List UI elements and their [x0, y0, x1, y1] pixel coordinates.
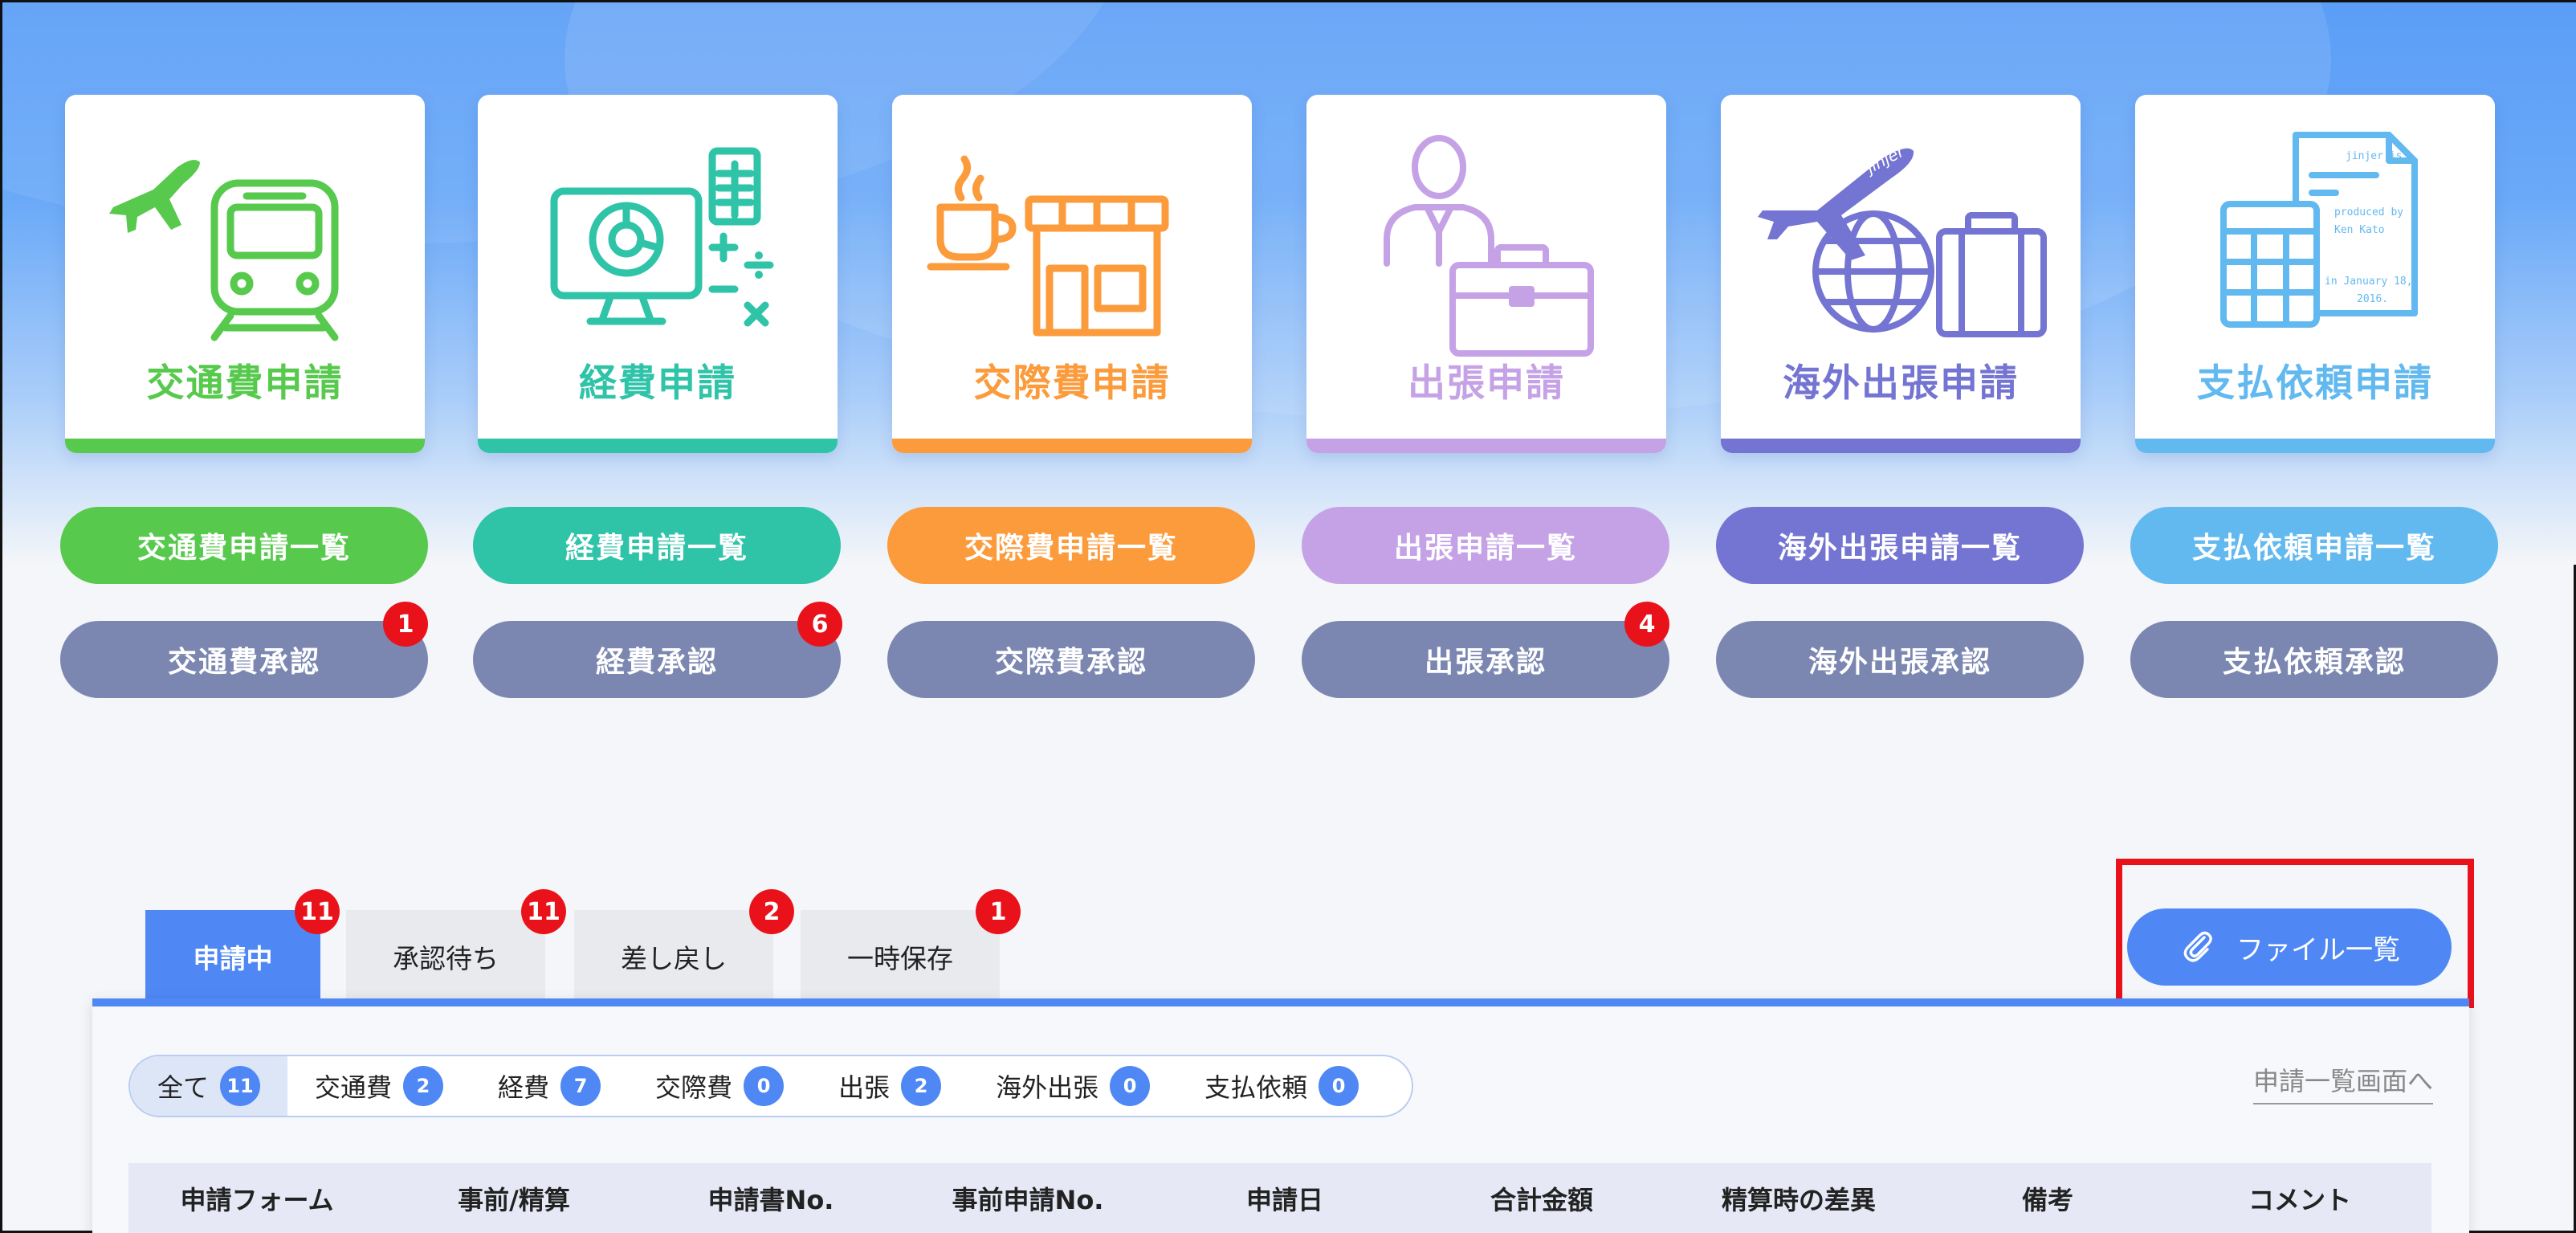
filter-payment-request[interactable]: 支払依頼 0: [1177, 1056, 1386, 1116]
card-label: 経費申請: [579, 361, 736, 406]
card-transport-expense[interactable]: 交通費申請: [65, 95, 425, 453]
tab-label: 申請中: [193, 943, 273, 974]
button-label: 支払依頼承認: [2222, 646, 2406, 679]
card-strip: [1306, 439, 1666, 453]
transport-approve-button[interactable]: 交通費承認: [60, 621, 428, 698]
column-header[interactable]: 申請日: [1156, 1180, 1413, 1217]
business-trip-list-button[interactable]: 出張申請一覧: [1302, 507, 1669, 584]
filter-label: 支払依頼: [1204, 1072, 1308, 1103]
filter-count: 0: [1110, 1066, 1151, 1106]
expense-list-button[interactable]: 経費申請一覧: [473, 507, 841, 584]
business-trip-approve-button[interactable]: 出張承認: [1302, 621, 1669, 698]
card-strip: [892, 439, 1252, 453]
card-strip: [2135, 439, 2495, 453]
tab-applying-badge: 11: [295, 889, 340, 934]
card-label: 支払依頼申請: [2197, 361, 2433, 406]
filter-entertainment[interactable]: 交際費 0: [628, 1056, 811, 1116]
overseas-trip-approve-button[interactable]: 海外出張承認: [1716, 621, 2084, 698]
transport-approve-badge: 1: [383, 602, 428, 647]
tab-returned-badge: 2: [749, 889, 794, 934]
button-label: 経費承認: [595, 646, 718, 679]
card-strip: [478, 439, 838, 453]
transport-list-button[interactable]: 交通費申請一覧: [60, 507, 428, 584]
filter-overseas-trip[interactable]: 海外出張 0: [968, 1056, 1177, 1116]
filter-label: 交際費: [655, 1072, 733, 1103]
column-header[interactable]: 精算時の差異: [1670, 1180, 1927, 1217]
payment-request-approve-button[interactable]: 支払依頼承認: [2130, 621, 2498, 698]
filter-count: 0: [744, 1066, 785, 1106]
filter-label: 出張: [838, 1072, 891, 1103]
card-label: 交際費申請: [973, 361, 1171, 406]
doc-text: jinjer is: [2346, 150, 2402, 162]
filter-count: 0: [1319, 1066, 1359, 1106]
applications-panel: 全て 11 交通費 2 経費 7 交際費 0 出張 2 海外出張 0 支払依頼 0 申請一覧画…: [92, 998, 2469, 1233]
card-overseas-trip[interactable]: jinjer 海外出張申請: [1721, 95, 2081, 453]
card-label: 出張申請: [1408, 361, 1565, 406]
filter-all[interactable]: 全て 11: [130, 1056, 288, 1116]
tab-draft[interactable]: 一時保存: [801, 910, 1000, 1003]
entertainment-approve-button[interactable]: 交際費承認: [887, 621, 1255, 698]
category-filter: 全て 11 交通費 2 経費 7 交際費 0 出張 2 海外出張 0 支払依頼 0: [128, 1055, 1413, 1117]
business-trip-approve-badge: 4: [1624, 602, 1669, 647]
businessman-briefcase-icon: [1384, 135, 1594, 357]
tab-label: 承認待ち: [393, 943, 499, 974]
filter-label: 全て: [157, 1072, 210, 1103]
card-entertainment-expense[interactable]: 交際費申請: [892, 95, 1252, 453]
column-header[interactable]: 合計金額: [1413, 1180, 1670, 1217]
doc-text: Ken Kato: [2334, 224, 2385, 236]
entertainment-list-button[interactable]: 交際費申請一覧: [887, 507, 1255, 584]
column-header[interactable]: 事前申請No.: [899, 1180, 1156, 1217]
filter-label: 交通費: [315, 1072, 393, 1103]
card-payment-request[interactable]: jinjer is produced by Ken Kato in Januar…: [2135, 95, 2495, 453]
expense-approve-button[interactable]: 経費承認: [473, 621, 841, 698]
filter-label: 海外出張: [996, 1072, 1099, 1103]
payment-request-list-button[interactable]: 支払依頼申請一覧: [2130, 507, 2498, 584]
coffee-shop-icon: [927, 155, 1169, 337]
card-strip: [1721, 439, 2081, 453]
column-header[interactable]: 申請フォーム: [128, 1180, 385, 1217]
filter-transport[interactable]: 交通費 2: [287, 1056, 471, 1116]
tab-label: 差し戻し: [621, 943, 727, 974]
table-header: 申請フォーム 事前/精算 申請書No. 事前申請No. 申請日 合計金額 精算時…: [128, 1163, 2431, 1233]
plane-globe-suitcase-icon: jinjer: [1758, 141, 2047, 337]
button-label: 海外出張承認: [1808, 646, 1991, 679]
doc-text: 2016.: [2357, 293, 2388, 305]
doc-text: produced by: [2334, 206, 2403, 218]
tab-label: 一時保存: [847, 943, 953, 974]
highlight-box: [2116, 859, 2474, 1008]
train-plane-icon: [109, 160, 339, 341]
card-label: 交通費申請: [146, 361, 344, 406]
doc-text: in January 18,: [2325, 276, 2413, 288]
overseas-trip-list-button[interactable]: 海外出張申請一覧: [1716, 507, 2084, 584]
filter-business-trip[interactable]: 出張 2: [811, 1056, 968, 1116]
filter-expense[interactable]: 経費 7: [471, 1056, 628, 1116]
column-header[interactable]: 事前/精算: [385, 1180, 642, 1217]
filter-count: 11: [220, 1066, 261, 1106]
tab-awaiting-approval-badge: 11: [521, 889, 566, 934]
button-label: 出張承認: [1424, 646, 1547, 679]
monitor-calculator-icon: [550, 147, 774, 327]
tab-applying[interactable]: 申請中: [145, 910, 320, 1003]
column-header[interactable]: 申請書No.: [642, 1180, 899, 1217]
card-label: 海外出張申請: [1783, 361, 2019, 406]
button-label: 交際費承認: [994, 646, 1147, 679]
card-expense[interactable]: 経費申請: [478, 95, 838, 453]
button-label: 交通費承認: [167, 646, 320, 679]
card-business-trip[interactable]: 出張申請: [1306, 95, 1666, 453]
filter-count: 7: [560, 1066, 601, 1106]
filter-label: 経費: [498, 1072, 550, 1103]
expense-approve-badge: 6: [797, 602, 842, 647]
application-list-link[interactable]: 申請一覧画面へ: [2252, 1061, 2433, 1104]
tab-awaiting-approval[interactable]: 承認待ち: [346, 910, 545, 1003]
calculator-document-icon: jinjer is produced by Ken Kato in Januar…: [2220, 132, 2418, 328]
column-header[interactable]: コメント: [2168, 1180, 2431, 1217]
filter-count: 2: [901, 1066, 942, 1106]
tab-draft-badge: 1: [976, 889, 1021, 934]
tab-returned[interactable]: 差し戻し: [574, 910, 773, 1003]
column-header[interactable]: 備考: [1927, 1180, 2168, 1217]
card-strip: [65, 439, 425, 453]
filter-count: 2: [403, 1066, 444, 1106]
